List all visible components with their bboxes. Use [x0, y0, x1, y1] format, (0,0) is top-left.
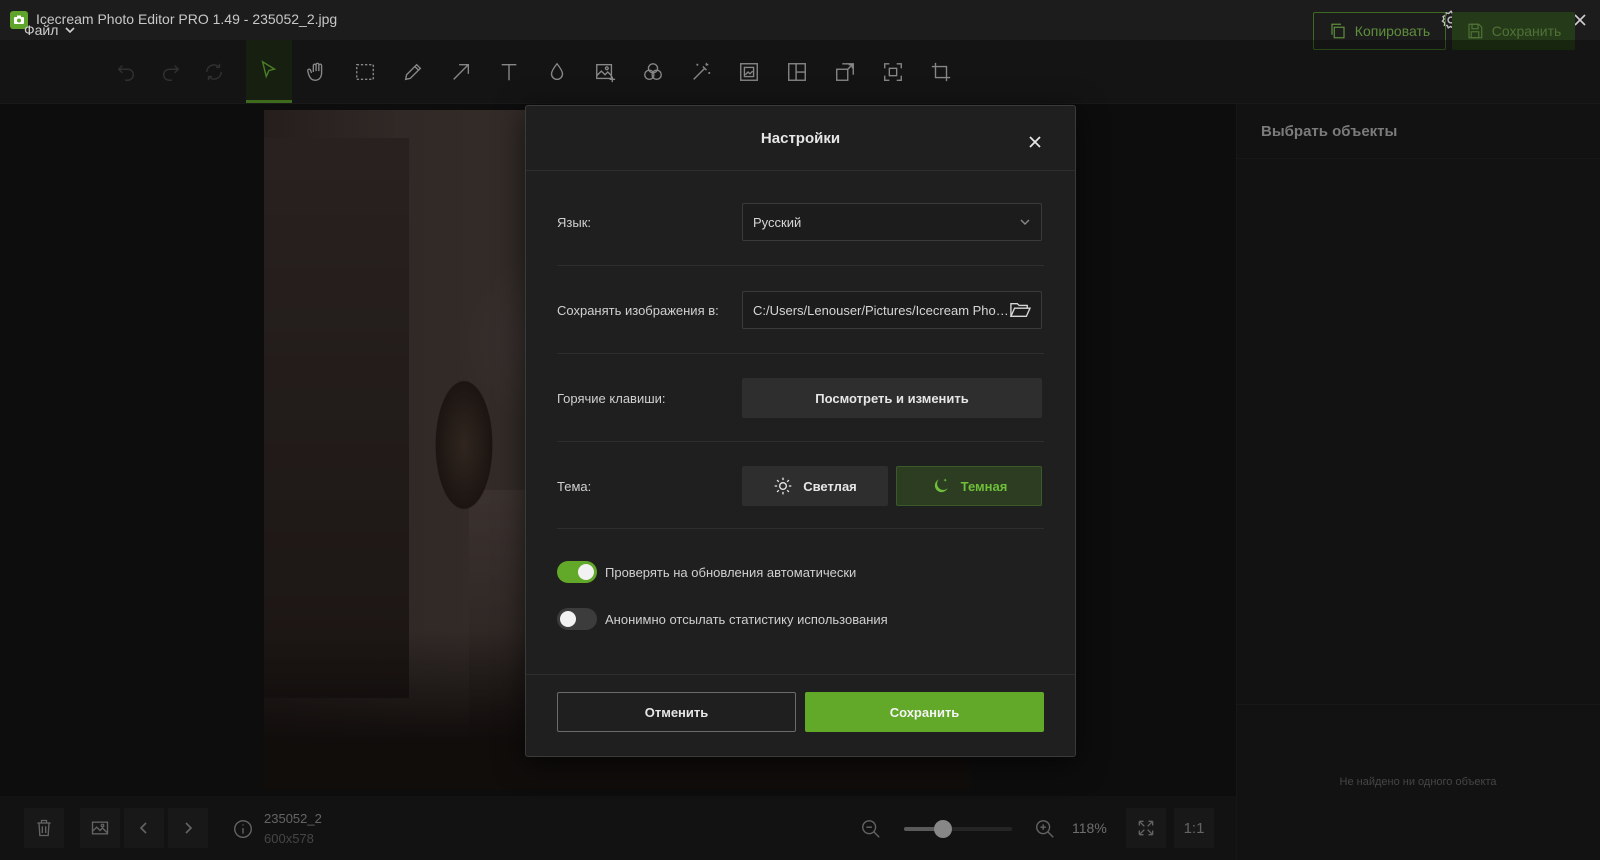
language-label: Язык:	[557, 215, 591, 230]
folder-open-icon[interactable]	[1009, 300, 1031, 320]
divider	[526, 674, 1075, 675]
dialog-close-button[interactable]	[1024, 131, 1046, 153]
language-value: Русский	[753, 214, 802, 230]
save-path-value: C:/Users/Lenouser/Pictures/Icecream Phot…	[753, 302, 1009, 318]
divider	[557, 265, 1044, 266]
chevron-down-icon	[65, 27, 75, 34]
copy-label: Копировать	[1354, 23, 1431, 39]
theme-dark-button[interactable]: Темная	[896, 466, 1042, 506]
copy-icon	[1331, 23, 1345, 39]
theme-light-button[interactable]: Светлая	[742, 466, 888, 506]
floppy-icon	[1468, 23, 1483, 39]
theme-light-label: Светлая	[803, 478, 857, 494]
moon-icon	[934, 478, 948, 493]
auto-update-toggle[interactable]	[557, 561, 597, 583]
save-path-field[interactable]: C:/Users/Lenouser/Pictures/Icecream Phot…	[742, 291, 1042, 329]
window-title: Icecream Photo Editor PRO 1.49 - 235052_…	[36, 11, 338, 27]
close-icon	[1029, 136, 1041, 148]
close-icon	[1574, 14, 1586, 26]
theme-label: Тема:	[557, 479, 592, 494]
stats-label: Анонимно отсылать статистику использован…	[605, 612, 888, 627]
divider	[557, 528, 1044, 529]
divider	[557, 353, 1044, 354]
settings-dialog: Настройки Язык: Русский Сохранять изобра…	[525, 105, 1076, 757]
save-path-label: Сохранять изображения в:	[557, 303, 719, 318]
language-select[interactable]: Русский	[742, 203, 1042, 241]
stats-toggle[interactable]	[557, 608, 597, 630]
save-top-label: Сохранить	[1491, 23, 1562, 39]
divider	[557, 441, 1044, 442]
hotkeys-button[interactable]: Посмотреть и изменить	[742, 378, 1042, 418]
theme-dark-label: Темная	[960, 478, 1008, 494]
file-menu[interactable]: Файл	[24, 22, 76, 38]
dialog-title: Настройки	[760, 130, 841, 147]
cancel-button[interactable]: Отменить	[557, 692, 796, 732]
hotkeys-label: Горячие клавиши:	[557, 391, 666, 406]
save-button[interactable]: Сохранить	[805, 692, 1044, 732]
chevron-down-icon	[1020, 219, 1030, 225]
sun-icon	[774, 477, 792, 495]
file-menu-label: Файл	[24, 22, 59, 38]
divider	[526, 170, 1075, 171]
auto-update-label: Проверять на обновления автоматически	[605, 565, 857, 580]
